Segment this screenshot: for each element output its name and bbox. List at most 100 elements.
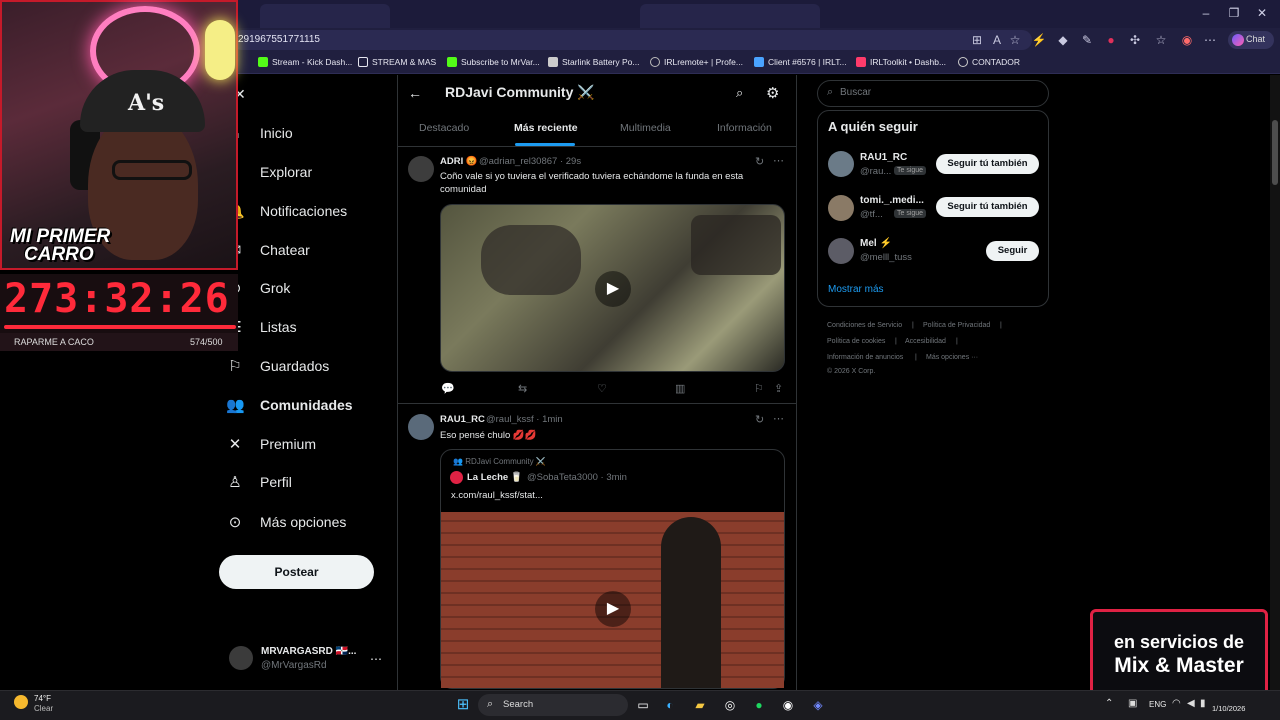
bookmark-item[interactable]: Stream - Kick Dash... xyxy=(258,57,352,67)
wifi-icon[interactable]: ◠ xyxy=(1172,698,1181,709)
play-icon[interactable]: ▶ xyxy=(595,591,631,627)
bookmark-item[interactable]: STREAM & MAS xyxy=(358,57,436,67)
more-icon[interactable]: ⋯ xyxy=(370,652,382,666)
steam-icon[interactable]: ◉ xyxy=(778,695,798,715)
scrollbar-thumb[interactable] xyxy=(1272,120,1278,185)
puzzle-icon[interactable]: ✣ xyxy=(1126,33,1144,47)
edge-icon[interactable]: ◐ xyxy=(660,695,680,715)
font-icon[interactable]: A xyxy=(988,33,1006,47)
search-icon[interactable]: ⌕ xyxy=(736,85,743,101)
battery-icon[interactable]: ▮ xyxy=(1200,698,1206,709)
views-icon[interactable]: ▥ xyxy=(675,382,685,395)
back-arrow-icon[interactable]: ← xyxy=(408,85,422,101)
profile-icon[interactable]: ◉ xyxy=(1178,33,1196,47)
weather-temp[interactable]: 74°F xyxy=(34,694,51,703)
quote-video[interactable]: ▶ xyxy=(441,512,784,688)
sidebar-item-chatear[interactable]: ✉Chatear xyxy=(226,238,310,262)
close-icon[interactable]: ✕ xyxy=(1252,6,1272,20)
more-icon[interactable]: ⋯ xyxy=(1201,33,1219,47)
volume-icon[interactable]: ◀ xyxy=(1187,698,1195,709)
post-author-handle[interactable]: @raul_kssf · 1min xyxy=(486,414,563,425)
grok-icon[interactable]: ↻ xyxy=(755,413,764,426)
extension-icon[interactable]: ⚡ xyxy=(1030,33,1048,47)
legal-link[interactable]: Política de cookies xyxy=(827,338,885,345)
post-author-name[interactable]: ADRI 😡 xyxy=(440,156,478,167)
gear-icon[interactable]: ⚙ xyxy=(766,84,779,102)
avatar[interactable] xyxy=(450,471,463,484)
grok-icon[interactable]: ↻ xyxy=(755,155,764,168)
avatar[interactable] xyxy=(828,195,854,221)
reply-icon[interactable]: 💬 xyxy=(441,382,455,395)
share-icon[interactable]: ⇪ xyxy=(774,382,783,395)
quote-text[interactable]: x.com/raul_kssf/stat... xyxy=(451,489,543,502)
avatar[interactable] xyxy=(828,151,854,177)
extension-icon[interactable]: ✎ xyxy=(1078,33,1096,47)
bookmark-item[interactable]: Subscribe to MrVar... xyxy=(447,57,540,67)
tab-multimedia[interactable]: Multimedia xyxy=(620,122,671,134)
sidebar-item-notificaciones[interactable]: 🔔Notificaciones xyxy=(226,199,347,223)
legal-link[interactable]: Información de anuncios xyxy=(827,354,903,361)
avatar[interactable] xyxy=(408,156,434,182)
play-icon[interactable]: ▶ xyxy=(595,271,631,307)
sidebar-item-guardados[interactable]: ⚐ Guardados xyxy=(226,354,329,378)
quote-author-handle[interactable]: @SobaTeta3000 · 3min xyxy=(527,472,627,483)
more-icon[interactable]: ⋯ xyxy=(773,412,784,425)
copilot-chat-button[interactable]: Chat xyxy=(1228,31,1274,49)
file-explorer-icon[interactable]: ▰ xyxy=(690,695,710,715)
tray-chevron-icon[interactable]: ⌃ xyxy=(1105,698,1113,709)
language-indicator[interactable]: ENG xyxy=(1149,700,1166,709)
discord-icon[interactable]: ◈ xyxy=(808,695,828,715)
url-field[interactable] xyxy=(232,30,1032,50)
bookmark-item[interactable]: IRLremote+ | Profe... xyxy=(650,57,743,67)
bookmark-item[interactable]: Starlink Battery Po... xyxy=(548,57,639,67)
extension-icon[interactable]: ◆ xyxy=(1054,33,1072,47)
maximize-icon[interactable]: ❐ xyxy=(1224,6,1244,20)
weather-icon[interactable] xyxy=(14,695,28,709)
post-video[interactable]: ▶ xyxy=(440,204,785,372)
weather-desc[interactable]: Clear xyxy=(34,704,53,713)
spotify-icon[interactable]: ● xyxy=(749,695,769,715)
sidebar-item-premium[interactable]: ✕ Premium xyxy=(226,432,316,456)
obs-icon[interactable]: ◎ xyxy=(720,695,740,715)
follow-back-button[interactable]: Seguir tú también xyxy=(936,154,1039,174)
favorites-icon[interactable]: ☆ xyxy=(1152,33,1170,47)
legal-link[interactable]: Condiciones de Servicio xyxy=(827,322,902,329)
avatar[interactable] xyxy=(828,238,854,264)
task-view-icon[interactable]: ▭ xyxy=(633,695,653,715)
sidebar-item-explorar[interactable]: ⌕Explorar xyxy=(226,160,312,184)
legal-link[interactable]: Política de Privacidad xyxy=(923,322,990,329)
sidebar-item-comunidades[interactable]: 👥 Comunidades xyxy=(226,393,353,417)
post-button[interactable]: Postear xyxy=(219,555,374,589)
clock-date[interactable]: 1/10/2026 xyxy=(1212,704,1245,713)
sidebar-item-perfil[interactable]: ♙ Perfil xyxy=(226,470,292,494)
bookmark-item[interactable]: IRLToolkit • Dashb... xyxy=(856,57,946,67)
suggestion-name[interactable]: RAU1_RC xyxy=(860,152,907,163)
suggestion-name[interactable]: Mel ⚡ xyxy=(860,238,892,249)
sidebar-item-mas-opciones[interactable]: ⊙ Más opciones xyxy=(226,510,347,534)
follow-button[interactable]: Seguir xyxy=(986,241,1039,261)
bookmark-icon[interactable]: ⚐ xyxy=(754,382,764,395)
tab-destacado[interactable]: Destacado xyxy=(419,122,469,134)
bookmark-item[interactable]: CONTADOR xyxy=(958,57,1020,67)
legal-link[interactable]: Más opciones ··· xyxy=(926,354,978,361)
minimize-icon[interactable]: – xyxy=(1196,6,1216,20)
reader-icon[interactable]: ⊞ xyxy=(968,33,986,47)
tab-informacion[interactable]: Información xyxy=(717,122,772,134)
windows-start-icon[interactable]: ⊞ xyxy=(453,695,473,715)
tray-icon[interactable]: ▣ xyxy=(1128,698,1137,709)
avatar[interactable] xyxy=(408,414,434,440)
browser-tab[interactable] xyxy=(260,4,390,28)
avatar[interactable] xyxy=(229,646,253,670)
like-icon[interactable]: ♡ xyxy=(597,382,607,395)
url-text[interactable]: 291967551771115 xyxy=(238,34,320,45)
show-more-link[interactable]: Mostrar más xyxy=(828,284,884,295)
bookmark-item[interactable]: Client #6576 | IRLT... xyxy=(754,57,847,67)
browser-tab[interactable] xyxy=(640,4,820,28)
post-author-name[interactable]: RAU1_RC xyxy=(440,414,485,425)
extension-icon[interactable]: ● xyxy=(1102,33,1120,47)
repost-icon[interactable]: ⇆ xyxy=(518,382,527,395)
post-author-handle[interactable]: @adrian_rel30867 · 29s xyxy=(479,156,581,167)
legal-link[interactable]: Accesibilidad xyxy=(905,338,946,345)
tab-mas-reciente[interactable]: Más reciente xyxy=(514,122,578,134)
quote-community[interactable]: 👥 RDJavi Community ⚔️ xyxy=(453,457,546,466)
